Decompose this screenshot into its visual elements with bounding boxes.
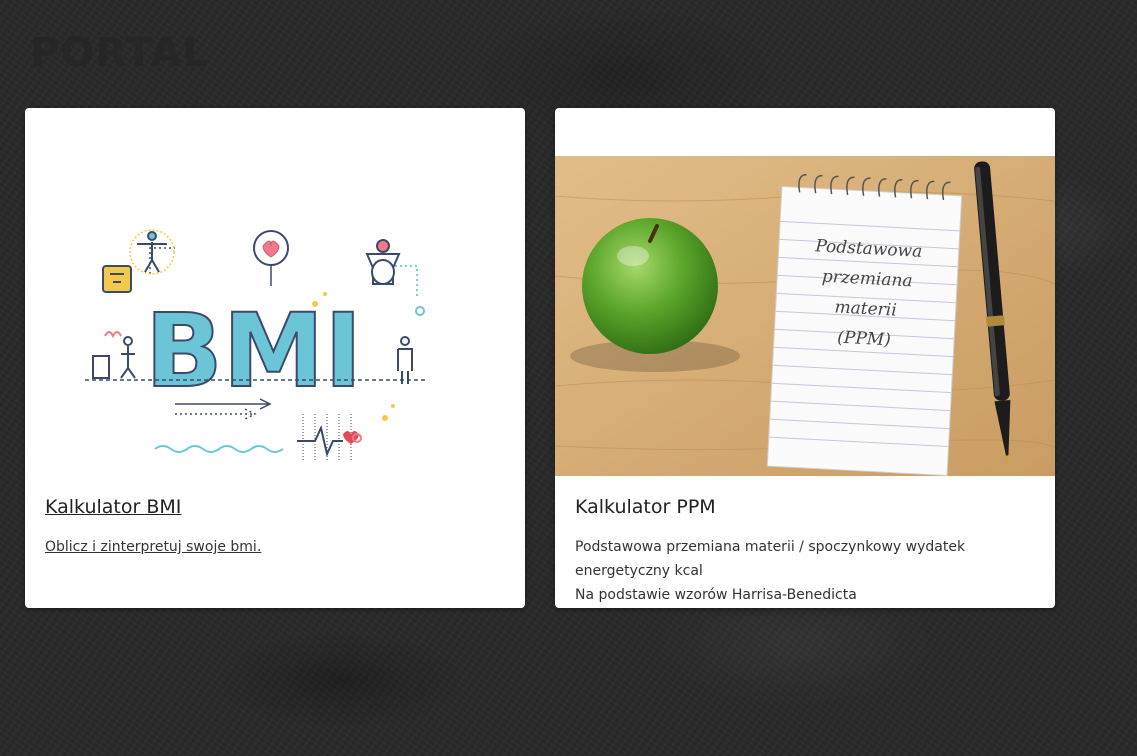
ppm-calculator-card[interactable]: Podstawowa przemiana materii (PPM) Kalku… — [555, 108, 1055, 608]
bmi-calculator-card[interactable]: BMI Kalkulator BMI Oblicz i zinterpretuj… — [25, 108, 525, 608]
ppm-description-line-2: Na podstawie wzorów Harrisa-Benedicta — [575, 587, 857, 603]
ppm-illustration: Podstawowa przemiana materii (PPM) — [555, 156, 1055, 476]
notepad-line-3: materii — [834, 297, 897, 320]
ppm-description-line-1: Podstawowa przemiana materii / spoczynko… — [575, 539, 966, 579]
bmi-letters: BMI — [145, 292, 362, 411]
bmi-card-title-link[interactable]: Kalkulator BMI — [45, 496, 505, 518]
background-heading: PORTAL — [30, 30, 209, 76]
bmi-card-description-link[interactable]: Oblicz i zinterpretuj swoje bmi. — [45, 535, 505, 559]
ppm-card-title: Kalkulator PPM — [575, 496, 716, 518]
ppm-card-description: Podstawowa przemiana materii / spoczynko… — [575, 535, 1035, 607]
bmi-illustration: BMI — [25, 156, 525, 476]
notepad-line-4: (PPM) — [837, 328, 892, 351]
